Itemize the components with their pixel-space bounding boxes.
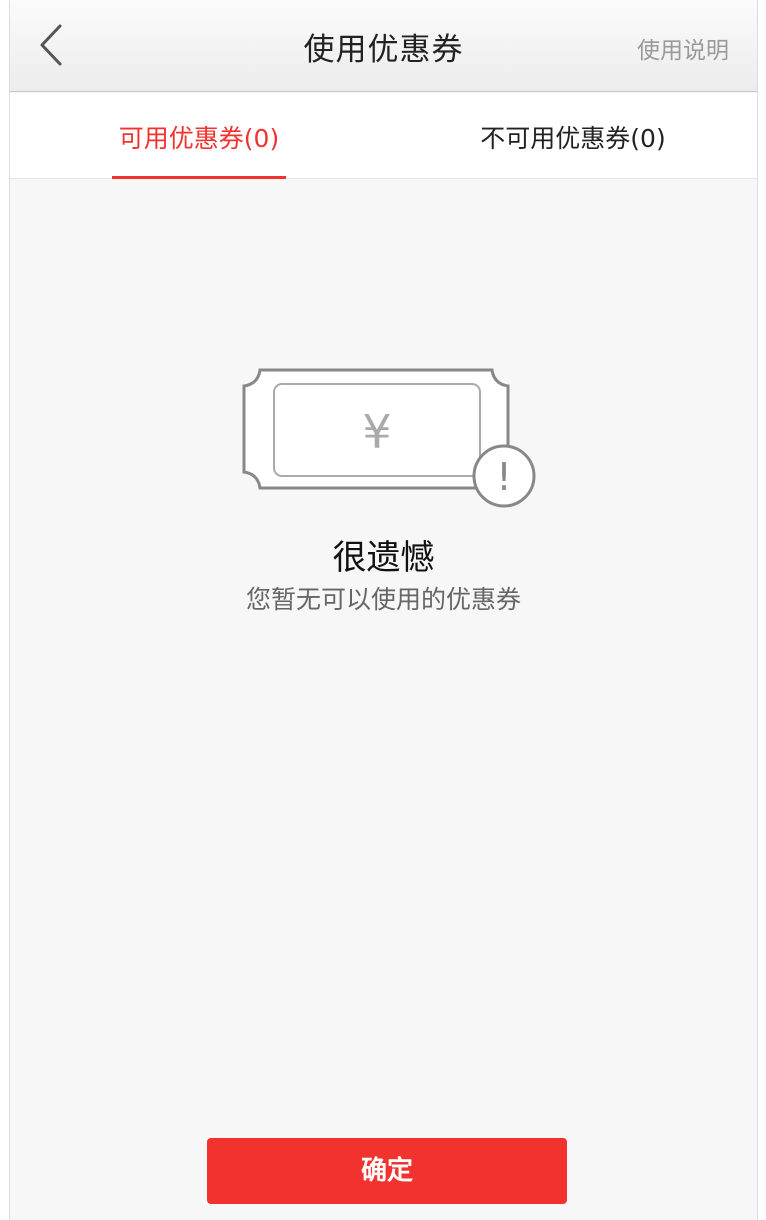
coupon-tabs: 可用优惠券(0) 不可用优惠券(0): [10, 93, 757, 179]
empty-state-title: 很遗憾: [332, 538, 435, 578]
navigation-bar: 使用优惠券 使用说明: [10, 0, 757, 92]
confirm-button[interactable]: 确定: [207, 1138, 567, 1204]
tab-available-coupons[interactable]: 可用优惠券(0): [112, 93, 286, 179]
tab-unavailable-coupons[interactable]: 不可用优惠券(0): [462, 93, 684, 179]
tab-unavailable-label: 不可用优惠券(0): [480, 124, 666, 153]
coupon-ticket-icon: ¥ !: [242, 368, 536, 508]
empty-state-subtitle: 您暂无可以使用的优惠券: [245, 585, 521, 614]
currency-symbol: ¥: [362, 405, 391, 459]
app-frame: 使用优惠券 使用说明 可用优惠券(0) 不可用优惠券(0) ¥ ! 很遗憾 您暂…: [9, 0, 758, 1220]
active-tab-indicator: [112, 176, 286, 179]
tab-available-label: 可用优惠券(0): [118, 124, 280, 153]
usage-instructions-link[interactable]: 使用说明: [637, 31, 729, 65]
alert-mark: !: [496, 455, 511, 499]
